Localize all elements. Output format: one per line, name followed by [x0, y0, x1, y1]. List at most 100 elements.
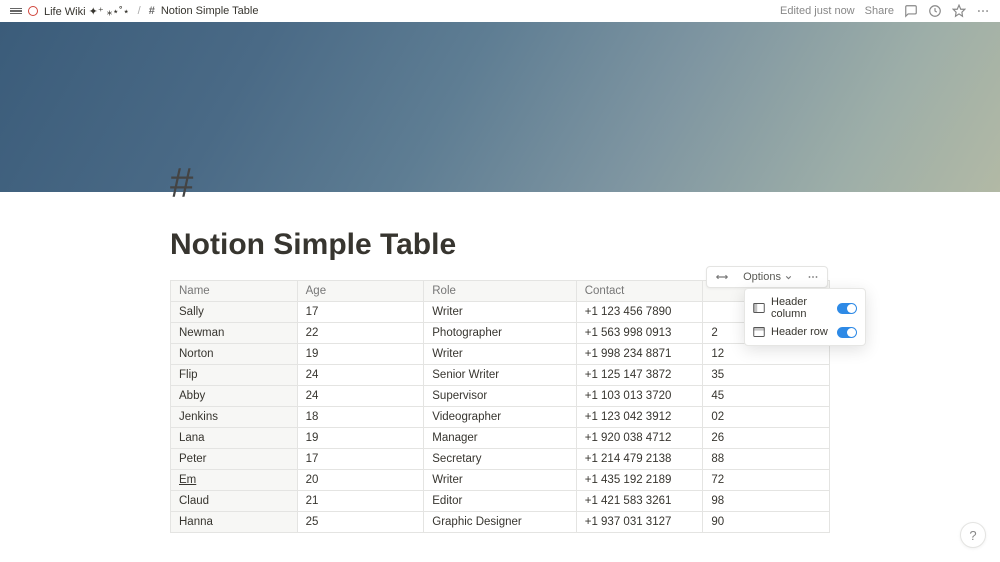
table-more-button[interactable]: [803, 269, 823, 285]
options-button[interactable]: Options: [739, 269, 797, 285]
cell-role[interactable]: Manager: [424, 428, 576, 449]
cell-role[interactable]: Writer: [424, 302, 576, 323]
cell-extra[interactable]: 90: [703, 512, 830, 533]
cell-contact[interactable]: +1 214 479 2138: [576, 449, 703, 470]
option-header-column-label: Header column: [771, 296, 831, 320]
cell-name[interactable]: Norton: [171, 344, 298, 365]
breadcrumb-page[interactable]: Notion Simple Table: [161, 5, 259, 17]
options-popover: Header column Header row: [744, 288, 866, 346]
cell-contact[interactable]: +1 998 234 8871: [576, 344, 703, 365]
cell-role[interactable]: Videographer: [424, 407, 576, 428]
cell-extra[interactable]: 35: [703, 365, 830, 386]
cell-contact[interactable]: +1 125 147 3872: [576, 365, 703, 386]
cell-name[interactable]: Flip: [171, 365, 298, 386]
page-icon[interactable]: #: [170, 162, 193, 204]
cell-contact[interactable]: +1 421 583 3261: [576, 491, 703, 512]
topbar: Life Wiki ✦⁺ ⁎⋆˚⋆ / # Notion Simple Tabl…: [0, 0, 1000, 22]
cell-role[interactable]: Writer: [424, 344, 576, 365]
cell-contact[interactable]: +1 563 998 0913: [576, 323, 703, 344]
col-age[interactable]: Age: [297, 281, 424, 302]
simple-table[interactable]: Name Age Role Contact Sally17Writer+1 12…: [170, 280, 830, 533]
updates-icon[interactable]: [928, 4, 942, 18]
cell-name[interactable]: Claud: [171, 491, 298, 512]
page-cover[interactable]: [0, 22, 1000, 192]
cell-name[interactable]: Lana: [171, 428, 298, 449]
col-name[interactable]: Name: [171, 281, 298, 302]
cell-role[interactable]: Senior Writer: [424, 365, 576, 386]
edited-status: Edited just now: [780, 5, 855, 17]
table-row[interactable]: Sally17Writer+1 123 456 7890: [171, 302, 830, 323]
cell-age[interactable]: 22: [297, 323, 424, 344]
page-icon-mini: #: [149, 5, 155, 17]
help-button[interactable]: ?: [960, 522, 986, 548]
breadcrumb-workspace[interactable]: Life Wiki ✦⁺ ⁎⋆˚⋆: [44, 5, 130, 18]
table-row[interactable]: Peter17Secretary+1 214 479 213888: [171, 449, 830, 470]
options-label: Options: [743, 271, 781, 283]
table-row[interactable]: Newman22Photographer+1 563 998 09132: [171, 323, 830, 344]
cell-extra[interactable]: 88: [703, 449, 830, 470]
cell-name[interactable]: Abby: [171, 386, 298, 407]
cell-extra[interactable]: 26: [703, 428, 830, 449]
cell-extra[interactable]: 12: [703, 344, 830, 365]
chevron-down-icon: [784, 273, 793, 282]
cell-age[interactable]: 24: [297, 365, 424, 386]
table-toolbar: Options: [706, 266, 828, 288]
page-title[interactable]: Notion Simple Table: [170, 192, 830, 262]
page-content: # Notion Simple Table Options Header col…: [160, 192, 840, 533]
comments-icon[interactable]: [904, 4, 918, 18]
cell-role[interactable]: Writer: [424, 470, 576, 491]
cell-name[interactable]: Hanna: [171, 512, 298, 533]
cell-age[interactable]: 21: [297, 491, 424, 512]
table-row[interactable]: Claud21Editor+1 421 583 326198: [171, 491, 830, 512]
menu-icon[interactable]: [10, 6, 22, 16]
table-row[interactable]: Em20Writer+1 435 192 218972: [171, 470, 830, 491]
cell-age[interactable]: 18: [297, 407, 424, 428]
cell-age[interactable]: 17: [297, 449, 424, 470]
table-row[interactable]: Lana19Manager+1 920 038 471226: [171, 428, 830, 449]
cell-name[interactable]: Em: [171, 470, 298, 491]
cell-age[interactable]: 19: [297, 428, 424, 449]
cell-role[interactable]: Graphic Designer: [424, 512, 576, 533]
more-icon[interactable]: [976, 4, 990, 18]
cell-contact[interactable]: +1 435 192 2189: [576, 470, 703, 491]
cell-contact[interactable]: +1 937 031 3127: [576, 512, 703, 533]
workspace-icon[interactable]: [28, 6, 38, 16]
table-row[interactable]: Jenkins18Videographer+1 123 042 391202: [171, 407, 830, 428]
cell-age[interactable]: 25: [297, 512, 424, 533]
cell-contact[interactable]: +1 103 013 3720: [576, 386, 703, 407]
breadcrumb-separator: /: [136, 5, 143, 17]
cell-role[interactable]: Secretary: [424, 449, 576, 470]
header-column-icon: [753, 302, 765, 314]
cell-name[interactable]: Sally: [171, 302, 298, 323]
cell-contact[interactable]: +1 123 456 7890: [576, 302, 703, 323]
table-row[interactable]: Norton19Writer+1 998 234 887112: [171, 344, 830, 365]
col-contact[interactable]: Contact: [576, 281, 703, 302]
cell-age[interactable]: 19: [297, 344, 424, 365]
cell-age[interactable]: 20: [297, 470, 424, 491]
favorite-icon[interactable]: [952, 4, 966, 18]
cell-contact[interactable]: +1 920 038 4712: [576, 428, 703, 449]
col-role[interactable]: Role: [424, 281, 576, 302]
option-header-row[interactable]: Header row: [745, 323, 865, 341]
cell-name[interactable]: Newman: [171, 323, 298, 344]
option-header-column[interactable]: Header column: [745, 293, 865, 323]
cell-extra[interactable]: 98: [703, 491, 830, 512]
toggle-header-column[interactable]: [837, 303, 857, 314]
cell-contact[interactable]: +1 123 042 3912: [576, 407, 703, 428]
fit-width-button[interactable]: [711, 270, 733, 284]
cell-extra[interactable]: 72: [703, 470, 830, 491]
cell-role[interactable]: Editor: [424, 491, 576, 512]
cell-age[interactable]: 24: [297, 386, 424, 407]
cell-role[interactable]: Photographer: [424, 323, 576, 344]
table-row[interactable]: Abby24Supervisor+1 103 013 372045: [171, 386, 830, 407]
share-button[interactable]: Share: [865, 5, 894, 17]
cell-extra[interactable]: 45: [703, 386, 830, 407]
table-row[interactable]: Flip24Senior Writer+1 125 147 387235: [171, 365, 830, 386]
cell-name[interactable]: Peter: [171, 449, 298, 470]
cell-role[interactable]: Supervisor: [424, 386, 576, 407]
cell-name[interactable]: Jenkins: [171, 407, 298, 428]
table-row[interactable]: Hanna25Graphic Designer+1 937 031 312790: [171, 512, 830, 533]
cell-extra[interactable]: 02: [703, 407, 830, 428]
toggle-header-row[interactable]: [837, 327, 857, 338]
cell-age[interactable]: 17: [297, 302, 424, 323]
